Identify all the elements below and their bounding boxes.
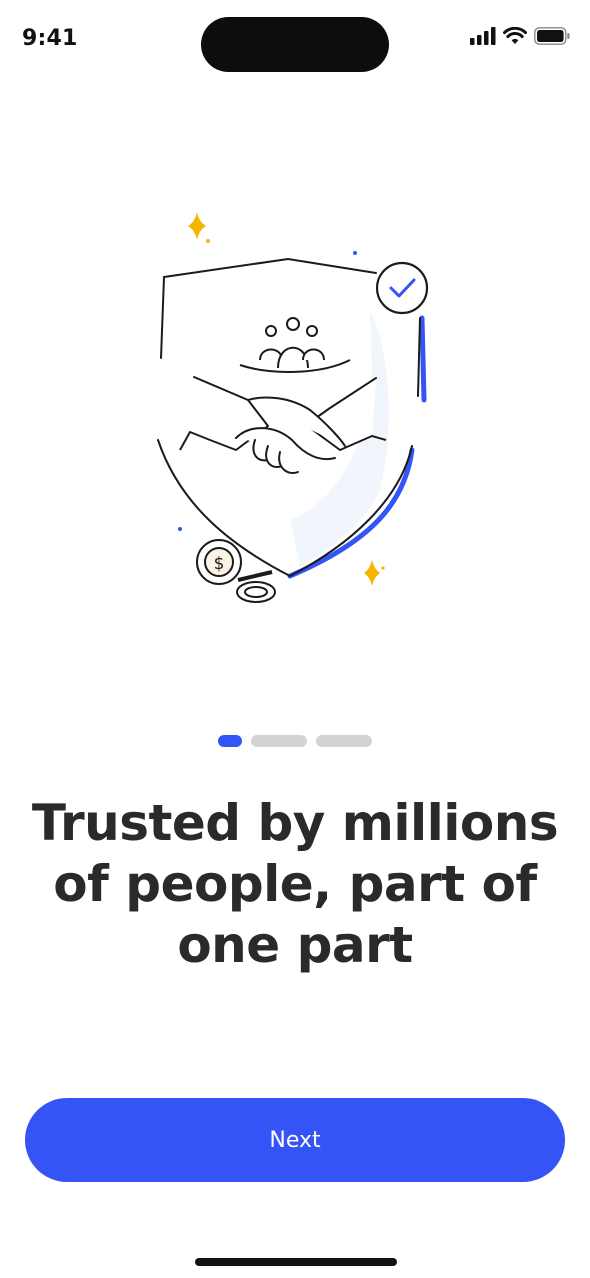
check-badge-icon — [375, 261, 429, 315]
status-bar: 9:41 — [0, 0, 590, 80]
shield-handshake-illustration: $ — [157, 212, 429, 603]
home-indicator — [195, 1258, 397, 1266]
status-time: 9:41 — [22, 26, 78, 51]
dynamic-island — [201, 17, 389, 72]
headline-line: one part — [177, 916, 413, 974]
headline-line: of people, part of — [53, 855, 537, 913]
page-indicator-dot — [251, 735, 307, 747]
coin-icon: $ — [196, 539, 276, 603]
wifi-icon — [503, 27, 527, 44]
page-indicator — [0, 735, 590, 747]
svg-text:$: $ — [214, 554, 225, 574]
onboarding-headline: Trusted by millions of people, part of o… — [30, 793, 560, 976]
handshake-icon — [189, 376, 377, 474]
status-icons — [470, 27, 570, 45]
headline-line: Trusted by millions — [31, 794, 559, 852]
people-icon — [259, 317, 325, 369]
page-indicator-dot-active — [218, 735, 242, 747]
cellular-signal-icon — [470, 27, 496, 45]
battery-icon — [534, 27, 570, 45]
next-button[interactable]: Next — [25, 1098, 565, 1182]
page-indicator-dot — [316, 735, 372, 747]
